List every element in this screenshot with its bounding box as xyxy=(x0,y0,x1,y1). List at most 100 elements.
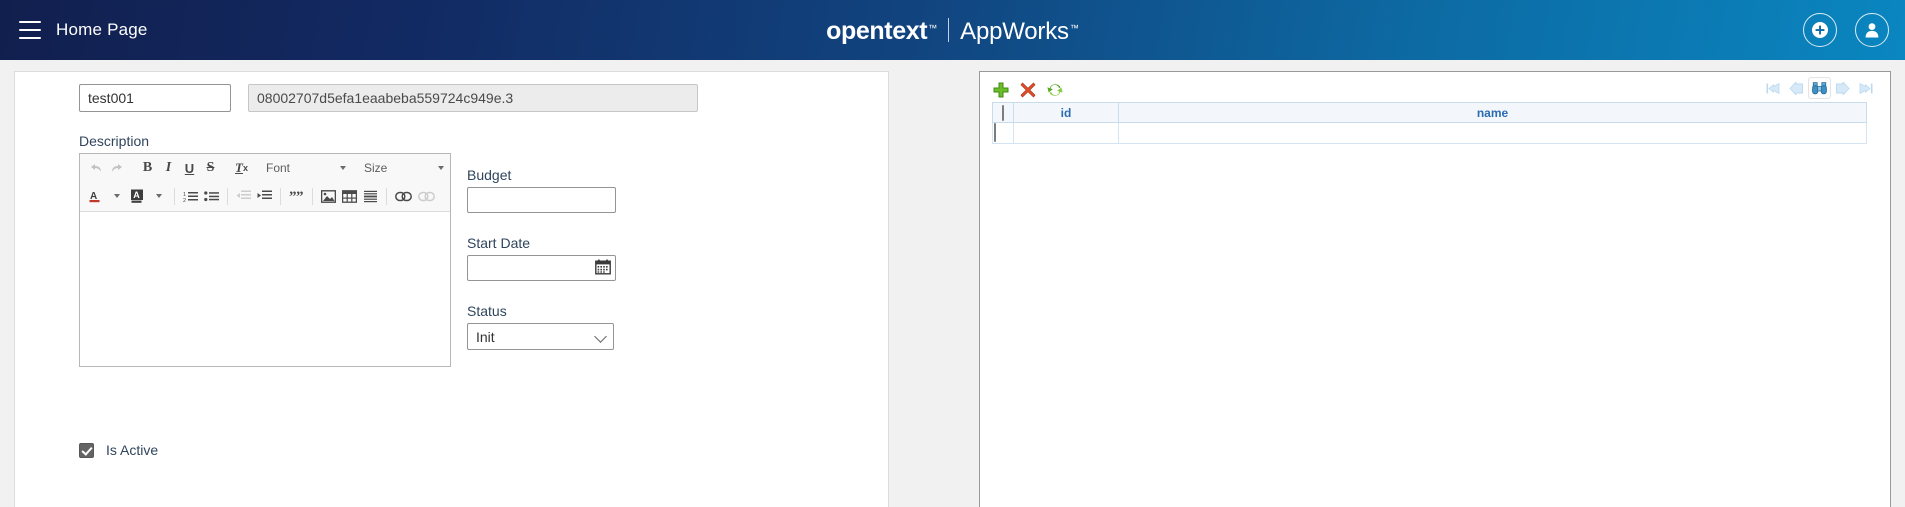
background-color-dropdown-icon[interactable] xyxy=(148,185,169,207)
budget-input[interactable] xyxy=(467,187,616,213)
chevron-down-icon xyxy=(340,166,346,170)
brand-trademark-icon: ™ xyxy=(928,22,938,33)
form-right-column: Budget Start Date Status Init xyxy=(467,167,617,350)
record-id-field xyxy=(248,84,698,112)
page-body: Description B I U S Tx xyxy=(0,60,1905,507)
editor-toolbar-row-1: B I U S Tx Font Size xyxy=(80,154,450,182)
svg-text:”: ” xyxy=(296,190,304,203)
remove-format-icon[interactable]: Tx xyxy=(231,157,252,179)
toolbar-divider xyxy=(312,187,313,205)
toolbar-divider xyxy=(280,187,281,205)
toolbar-divider xyxy=(386,187,387,205)
is-active-row[interactable]: Is Active xyxy=(79,442,158,458)
brand-divider xyxy=(948,17,950,42)
link-icon[interactable] xyxy=(392,185,415,207)
identity-row xyxy=(79,84,698,112)
image-icon[interactable] xyxy=(318,185,339,207)
header-actions xyxy=(1803,0,1889,60)
select-all-header[interactable] xyxy=(992,102,1014,123)
hamburger-line xyxy=(19,21,41,23)
brand-opentext: opentext xyxy=(826,16,928,45)
description-label: Description xyxy=(79,133,150,149)
redo-icon[interactable] xyxy=(106,157,127,179)
app-header-bar: Home Page opentext ™ AppWorks ™ xyxy=(0,0,1905,60)
column-header-id[interactable]: id xyxy=(1013,102,1119,123)
undo-icon[interactable] xyxy=(85,157,106,179)
table-icon[interactable] xyxy=(339,185,360,207)
add-row-icon[interactable] xyxy=(992,81,1010,99)
plus-circle-icon xyxy=(1812,22,1828,38)
text-color-icon[interactable]: A xyxy=(85,185,106,207)
description-rich-text-editor: B I U S Tx Font Size A A 1 2 ” ” xyxy=(79,153,451,367)
calendar-icon[interactable] xyxy=(595,259,611,280)
editor-toolbar: B I U S Tx Font Size A A 1 2 ” ” xyxy=(80,154,450,212)
strikethrough-icon[interactable]: S xyxy=(200,157,221,179)
hamburger-menu-icon[interactable] xyxy=(14,14,46,46)
delete-row-icon[interactable] xyxy=(1019,81,1037,99)
description-editor-body[interactable] xyxy=(80,212,450,366)
chevron-down-icon xyxy=(438,166,444,170)
font-size-dropdown[interactable]: Size xyxy=(360,157,448,179)
add-button[interactable] xyxy=(1803,13,1837,47)
brand-trademark-icon: ™ xyxy=(1069,22,1079,33)
font-family-dropdown[interactable]: Font xyxy=(262,157,350,179)
column-header-name[interactable]: name xyxy=(1118,102,1867,123)
hamburger-line xyxy=(19,37,41,39)
page-title: Home Page xyxy=(56,20,148,39)
row-checkbox[interactable] xyxy=(994,123,996,142)
numbered-list-icon[interactable]: 12 xyxy=(180,185,201,207)
is-active-checkbox[interactable] xyxy=(79,442,94,458)
toolbar-divider xyxy=(227,187,228,205)
font-size-value: Size xyxy=(364,161,388,175)
budget-label: Budget xyxy=(467,167,512,183)
blockquote-icon[interactable]: ”” xyxy=(286,185,307,207)
grid-pagination xyxy=(1763,78,1876,98)
status-dropdown-wrapper: Init xyxy=(467,323,614,350)
last-page-icon[interactable] xyxy=(1855,78,1876,98)
related-items-table: id name xyxy=(992,102,1867,144)
cell-name xyxy=(1118,122,1867,144)
unlink-icon[interactable] xyxy=(415,185,438,207)
refresh-icon[interactable] xyxy=(1046,81,1064,99)
next-page-icon[interactable] xyxy=(1832,78,1853,98)
status-label: Status xyxy=(467,303,507,319)
previous-page-icon[interactable] xyxy=(1786,78,1807,98)
user-avatar-icon xyxy=(1865,23,1879,38)
start-date-input[interactable] xyxy=(467,255,616,281)
bold-icon[interactable]: B xyxy=(137,157,158,179)
select-all-checkbox[interactable] xyxy=(1002,104,1004,121)
decrease-indent-icon[interactable] xyxy=(233,185,254,207)
start-date-wrapper xyxy=(467,255,616,281)
table-head: id name xyxy=(992,102,1867,123)
table-header-row: id name xyxy=(992,102,1867,123)
italic-icon[interactable]: I xyxy=(158,157,179,179)
editor-toolbar-row-2: A A 12 ” ” xyxy=(80,182,450,210)
status-select[interactable]: Init xyxy=(467,323,614,350)
first-page-icon[interactable] xyxy=(1763,78,1784,98)
bulleted-list-icon[interactable] xyxy=(201,185,222,207)
search-binoculars-icon[interactable] xyxy=(1809,78,1830,98)
table-body xyxy=(992,122,1867,144)
increase-indent-icon[interactable] xyxy=(254,185,275,207)
font-family-value: Font xyxy=(266,161,291,175)
svg-text:A: A xyxy=(133,190,140,200)
brand-appworks: AppWorks xyxy=(960,17,1069,45)
row-select-cell[interactable] xyxy=(992,122,1014,144)
entity-form-panel: Description B I U S Tx xyxy=(14,71,889,507)
start-date-label: Start Date xyxy=(467,235,531,251)
toolbar-divider xyxy=(174,187,175,205)
user-profile-button[interactable] xyxy=(1855,13,1889,47)
text-color-dropdown-icon[interactable] xyxy=(106,185,127,207)
cell-id xyxy=(1013,122,1119,144)
brand-logo: opentext ™ AppWorks ™ xyxy=(0,0,1905,60)
underline-icon[interactable]: U xyxy=(179,157,200,179)
name-input[interactable] xyxy=(79,84,231,112)
related-items-grid-panel: id name xyxy=(979,71,1891,507)
horizontal-rule-icon[interactable] xyxy=(360,185,381,207)
grid-toolbar xyxy=(980,72,1890,102)
hamburger-line xyxy=(19,29,41,31)
table-row[interactable] xyxy=(992,122,1867,144)
background-color-icon[interactable]: A xyxy=(127,185,148,207)
